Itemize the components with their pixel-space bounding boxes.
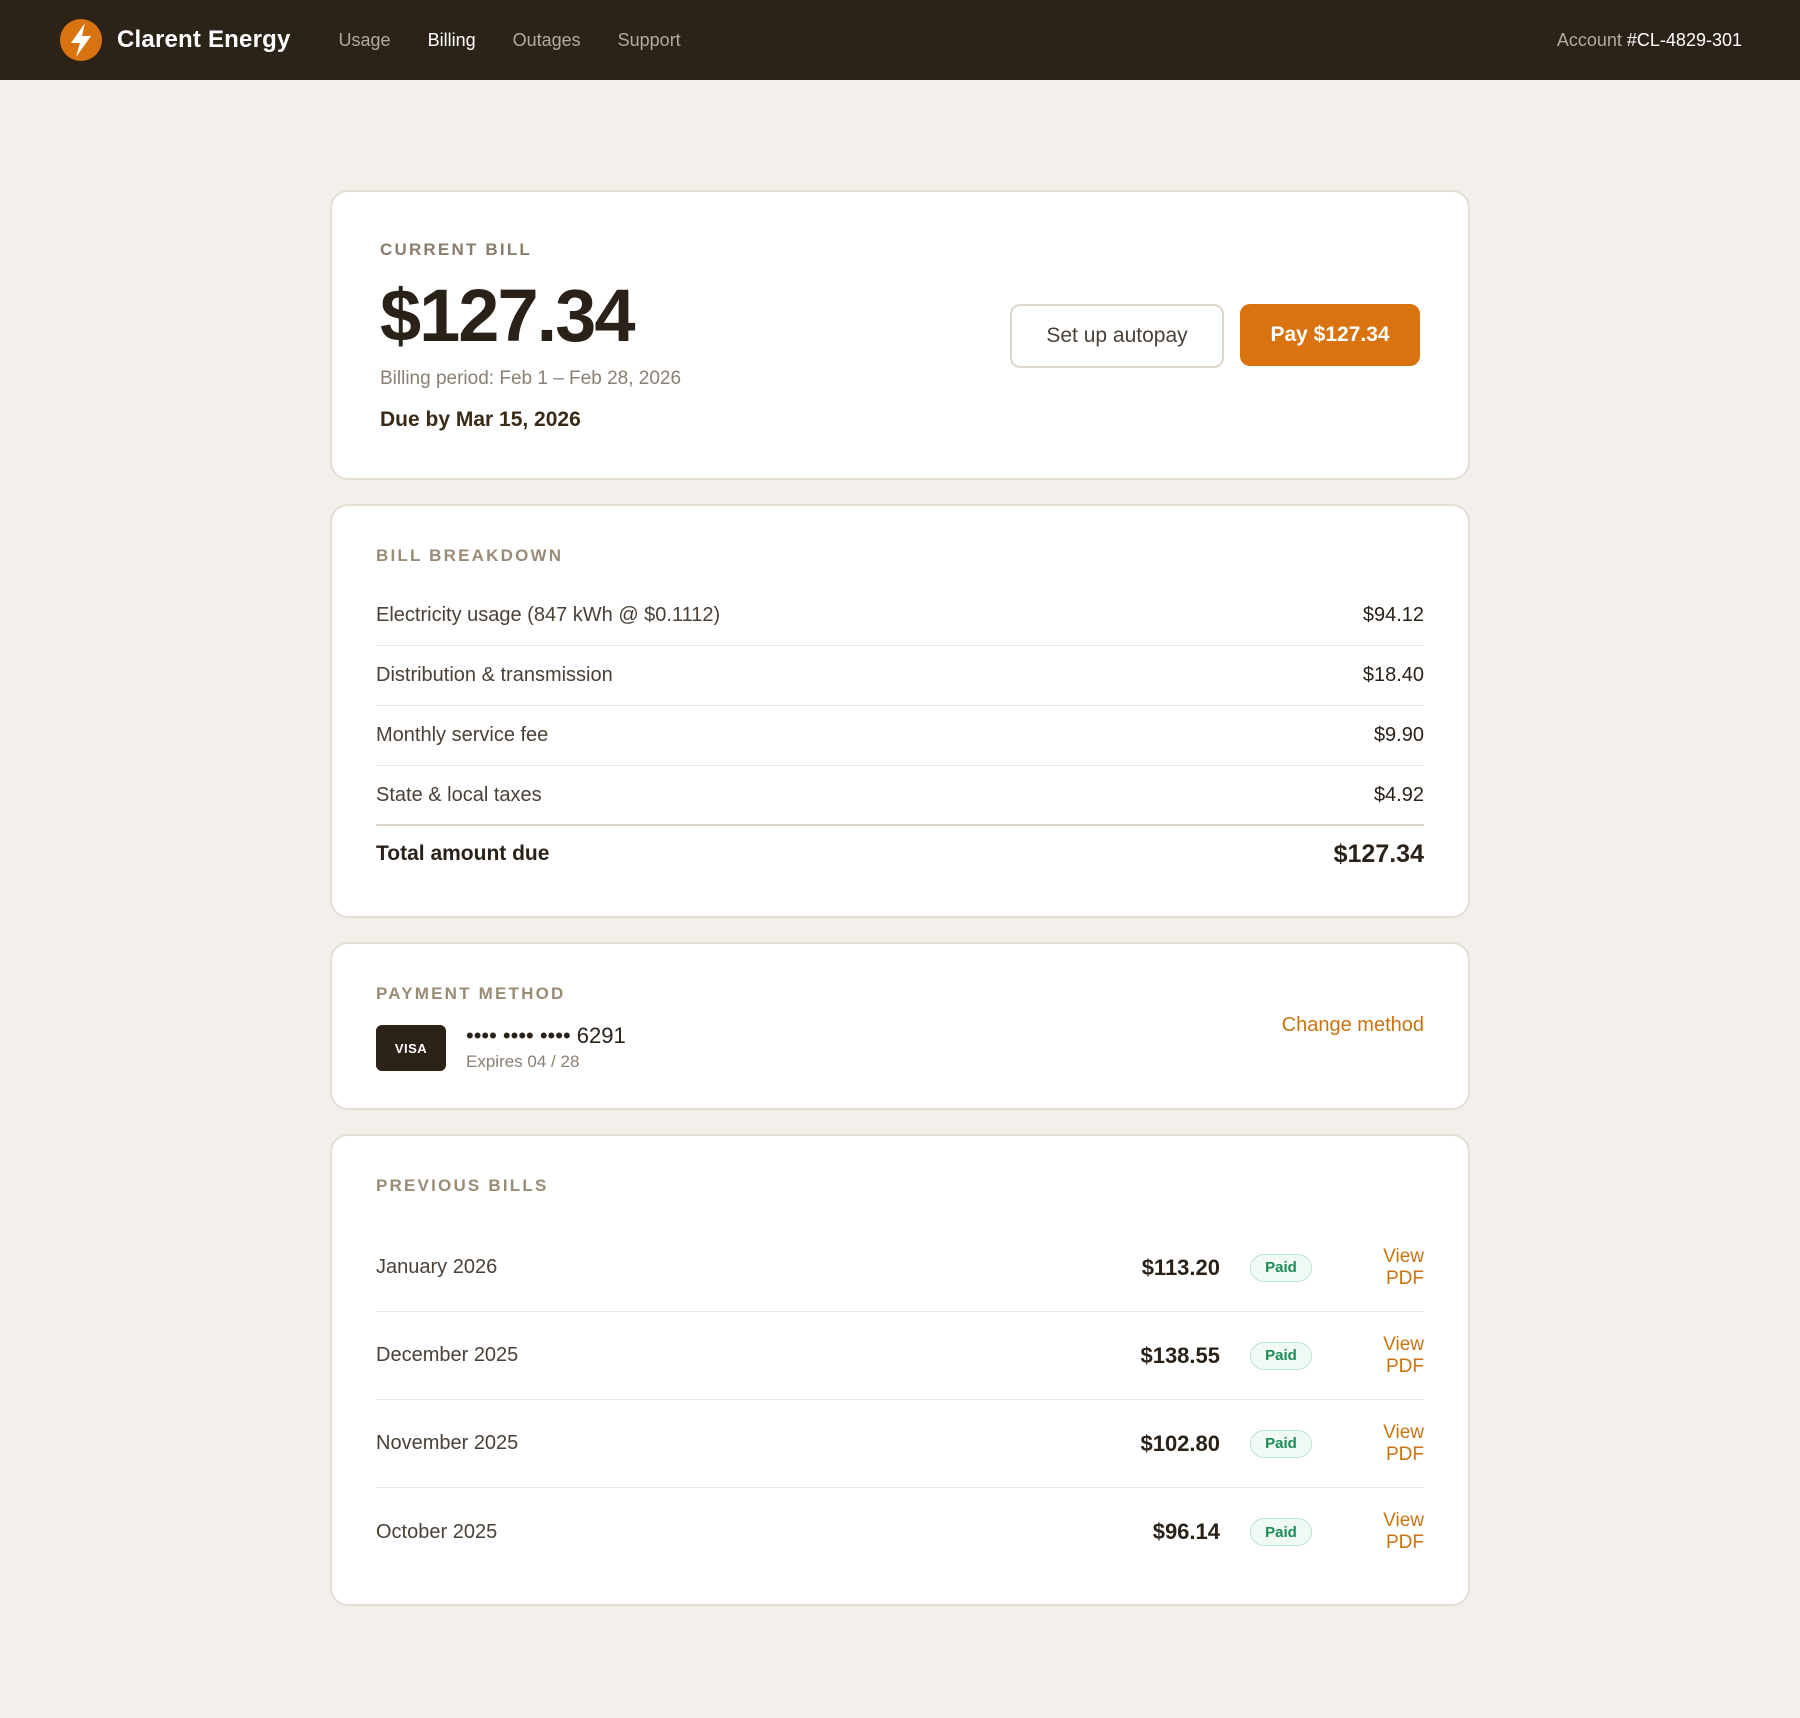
nav-item-outages[interactable]: Outages xyxy=(513,30,581,51)
bill-row: November 2025 $102.80 Paid View PDF xyxy=(376,1400,1424,1488)
account-label: Account xyxy=(1556,29,1622,50)
paid-status-badge: Paid xyxy=(1250,1429,1312,1458)
breakdown-row: Distribution & transmission $18.40 xyxy=(376,646,1424,706)
breakdown-item-value: $4.92 xyxy=(1373,783,1424,806)
account-number: #CL-4829-301 xyxy=(1626,29,1742,50)
breakdown-list: Electricity usage (847 kWh @ $0.1112) $9… xyxy=(376,586,1424,882)
current-bill-label: CURRENT BILL xyxy=(380,240,532,259)
pay-bill-button[interactable]: Pay $127.34 xyxy=(1240,304,1420,366)
payment-method-label: PAYMENT METHOD xyxy=(376,984,566,1003)
breakdown-item-value: $9.90 xyxy=(1373,724,1424,746)
total-value: $127.34 xyxy=(1333,839,1424,868)
breakdown-item-value: $94.12 xyxy=(1362,604,1424,626)
bill-breakdown-card: BILL BREAKDOWN Electricity usage (847 kW… xyxy=(330,504,1470,918)
change-method-link[interactable]: Change method xyxy=(1282,1014,1424,1037)
payment-method-card: PAYMENT METHOD VISA •••• •••• •••• 6291 … xyxy=(330,942,1470,1110)
breakdown-row: Monthly service fee $9.90 xyxy=(376,706,1424,766)
paid-status-badge: Paid xyxy=(1250,1518,1312,1546)
lightning-bolt-icon xyxy=(60,19,102,61)
breakdown-row: State & local taxes $4.92 xyxy=(376,766,1424,826)
bill-amount: $102.80 xyxy=(1140,1430,1220,1456)
card-info: •••• •••• •••• 6291 Expires 04 / 28 xyxy=(466,1024,626,1072)
brand-name: Clarent Energy xyxy=(117,26,291,53)
nav-item-support[interactable]: Support xyxy=(618,30,681,51)
visa-card-icon: VISA xyxy=(376,1025,446,1071)
breakdown-item-label: State & local taxes xyxy=(376,783,542,806)
bill-row: December 2025 $138.55 Paid View PDF xyxy=(376,1312,1424,1400)
main-nav: Usage Billing Outages Support xyxy=(339,30,718,51)
billing-period: Billing period: Feb 1 – Feb 28, 2026 xyxy=(380,368,682,389)
breakdown-total-row: Total amount due $127.34 xyxy=(376,826,1424,882)
view-pdf-link[interactable]: View PDF xyxy=(1342,1422,1424,1466)
bill-amount: $113.20 xyxy=(1141,1254,1220,1280)
bill-month: October 2025 xyxy=(376,1520,498,1543)
bill-amount: $96.14 xyxy=(1152,1519,1220,1544)
account-info: Account #CL-4829-301 xyxy=(1557,30,1742,51)
view-pdf-link[interactable]: View PDF xyxy=(1342,1246,1424,1290)
paid-status-badge: Paid xyxy=(1250,1341,1312,1370)
bill-row: October 2025 $96.14 Paid View PDF xyxy=(376,1488,1424,1576)
previous-bills-label: PREVIOUS BILLS xyxy=(376,1176,549,1195)
breakdown-item-label: Distribution & transmission xyxy=(376,664,613,686)
view-pdf-link[interactable]: View PDF xyxy=(1342,1334,1424,1378)
billing-main: CURRENT BILL $127.34 Billing period: Feb… xyxy=(330,190,1470,1630)
breakdown-item-label: Electricity usage (847 kWh @ $0.1112) xyxy=(376,604,721,626)
breakdown-row: Electricity usage (847 kWh @ $0.1112) $9… xyxy=(376,586,1424,646)
brand[interactable]: Clarent Energy xyxy=(60,19,291,61)
bill-month: January 2026 xyxy=(376,1256,498,1278)
card-number: •••• •••• •••• 6291 xyxy=(466,1023,626,1048)
bill-breakdown-label: BILL BREAKDOWN xyxy=(376,546,564,565)
nav-item-billing[interactable]: Billing xyxy=(428,30,476,51)
current-bill-card: CURRENT BILL $127.34 Billing period: Feb… xyxy=(330,190,1470,480)
previous-bills-list: January 2026 $113.20 Paid View PDF Decem… xyxy=(376,1224,1424,1576)
nav-item-usage[interactable]: Usage xyxy=(339,30,391,51)
breakdown-item-label: Monthly service fee xyxy=(376,724,549,746)
total-label: Total amount due xyxy=(376,842,550,865)
view-pdf-link[interactable]: View PDF xyxy=(1342,1510,1424,1554)
breakdown-item-value: $18.40 xyxy=(1362,664,1424,686)
bill-actions: Set up autopay Pay $127.34 xyxy=(1010,304,1420,368)
bill-month: December 2025 xyxy=(376,1344,519,1366)
bill-amount: $138.55 xyxy=(1140,1342,1220,1368)
bill-row: January 2026 $113.20 Paid View PDF xyxy=(376,1224,1424,1312)
due-date: Due by Mar 15, 2026 xyxy=(380,408,581,431)
bill-month: November 2025 xyxy=(376,1432,519,1454)
card-expiry: Expires 04 / 28 xyxy=(466,1052,580,1071)
top-nav-bar: Clarent Energy Usage Billing Outages Sup… xyxy=(0,0,1800,80)
payment-card-row: VISA •••• •••• •••• 6291 Expires 04 / 28 xyxy=(376,1024,1424,1072)
paid-status-badge: Paid xyxy=(1250,1253,1312,1282)
setup-autopay-button[interactable]: Set up autopay xyxy=(1010,304,1224,368)
previous-bills-card: PREVIOUS BILLS January 2026 $113.20 Paid… xyxy=(330,1134,1470,1606)
